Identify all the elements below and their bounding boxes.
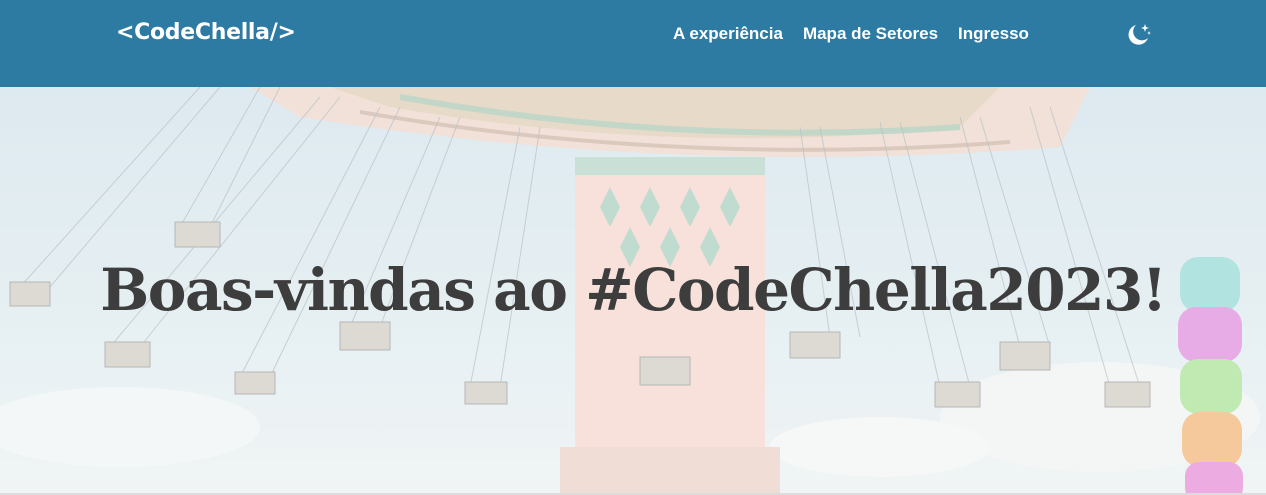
nav-link-ingresso[interactable]: Ingresso bbox=[958, 24, 1029, 44]
theme-toggle-button[interactable] bbox=[1124, 21, 1152, 49]
hero-section: Boas-vindas ao #CodeChella2023! bbox=[0, 87, 1266, 495]
page: <CodeChella/> A experiência Mapa de Seto… bbox=[0, 0, 1266, 495]
hero-title: Boas-vindas ao #CodeChella2023! bbox=[100, 256, 1167, 324]
main-nav: A experiência Mapa de Setores Ingresso bbox=[673, 24, 1029, 44]
nav-link-experiencia[interactable]: A experiência bbox=[673, 24, 783, 44]
nav-link-mapa-setores[interactable]: Mapa de Setores bbox=[803, 24, 938, 44]
moon-stars-icon bbox=[1128, 24, 1151, 45]
site-logo[interactable]: <CodeChella/> bbox=[116, 20, 296, 45]
site-header: <CodeChella/> A experiência Mapa de Seto… bbox=[0, 0, 1266, 87]
